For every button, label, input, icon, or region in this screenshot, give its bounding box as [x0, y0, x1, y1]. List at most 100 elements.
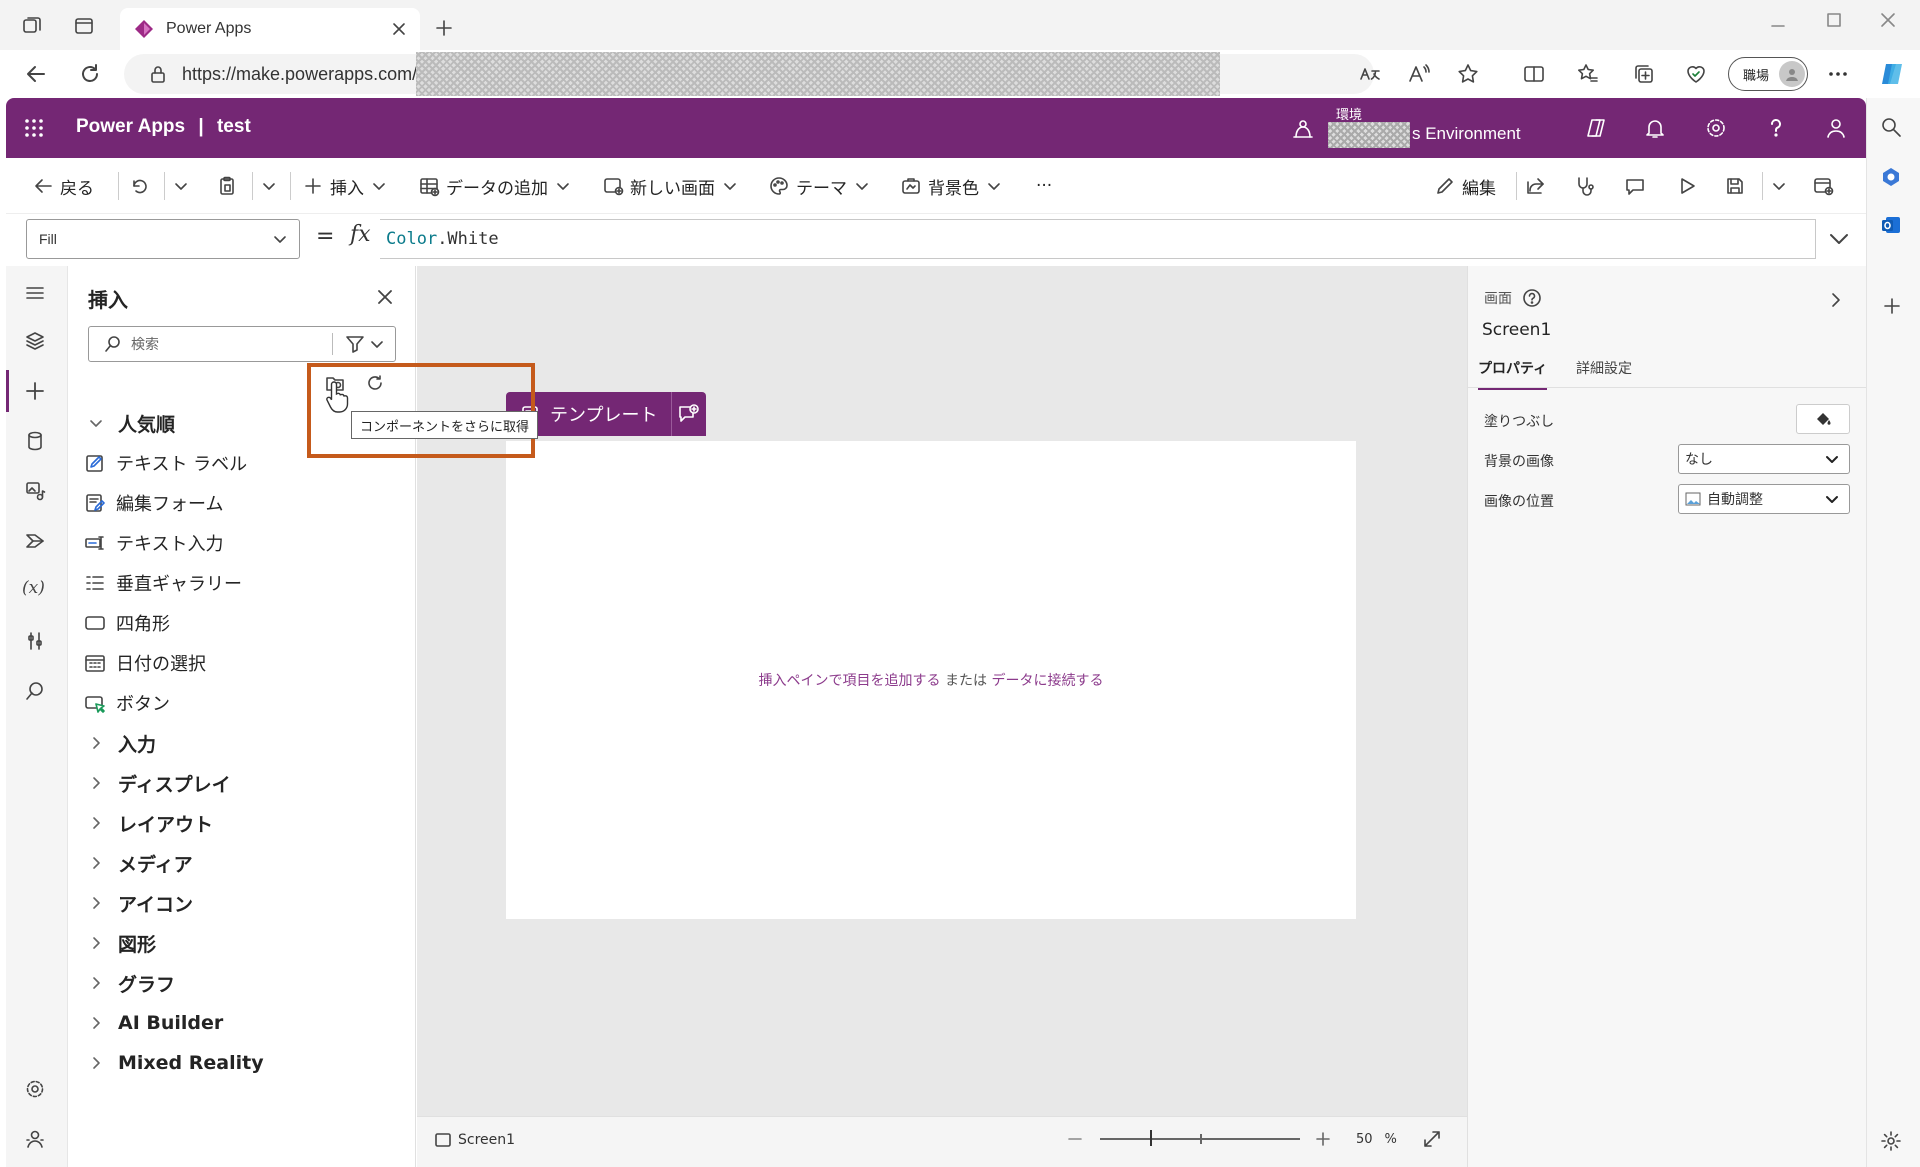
connect-data-link[interactable]: データに接続する — [991, 673, 1103, 689]
undo-dropdown[interactable] — [172, 172, 196, 200]
paste-button[interactable] — [216, 172, 244, 200]
media-icon[interactable] — [24, 480, 46, 502]
add-data-menu[interactable]: データの追加 — [418, 172, 578, 200]
share-button[interactable] — [1524, 172, 1552, 200]
add-from-insert-link[interactable]: 挿入ペインで項目を追加する — [759, 673, 941, 689]
add-comment-button[interactable] — [672, 392, 706, 436]
save-dropdown[interactable] — [1770, 172, 1794, 200]
vertical-tabs-icon[interactable] — [72, 14, 96, 38]
close-tab-icon[interactable] — [392, 22, 406, 36]
refresh-icon[interactable] — [78, 62, 102, 86]
fill-color-picker[interactable] — [1796, 404, 1850, 434]
zoom-slider-thumb[interactable] — [1150, 1130, 1152, 1146]
back-icon[interactable] — [24, 62, 48, 86]
filter-icon[interactable] — [345, 334, 365, 354]
browser-essentials-icon[interactable] — [1684, 62, 1708, 86]
expand-formula-icon[interactable] — [1826, 226, 1852, 252]
search-icon[interactable] — [1880, 116, 1902, 138]
category-icons[interactable]: アイコン — [84, 888, 193, 918]
environment-icon[interactable] — [1292, 118, 1314, 140]
advanced-tools-icon[interactable] — [24, 630, 46, 652]
zoom-in-icon[interactable] — [1314, 1130, 1332, 1148]
account-icon[interactable] — [1824, 116, 1848, 140]
zoom-value[interactable]: 50% — [1356, 1132, 1397, 1147]
image-position-select[interactable]: 自動調整 — [1678, 484, 1850, 514]
settings-icon[interactable] — [1704, 116, 1728, 140]
category-shapes[interactable]: 図形 — [84, 928, 156, 958]
split-screen-icon[interactable] — [1522, 62, 1546, 86]
workspaces-icon[interactable] — [20, 14, 44, 38]
zoom-out-icon[interactable] — [1066, 1130, 1084, 1148]
background-color-menu[interactable]: 背景色 — [900, 172, 1009, 200]
comments-button[interactable] — [1624, 172, 1652, 200]
read-aloud-icon[interactable] — [1406, 62, 1430, 86]
category-popular[interactable]: 人気順 — [84, 408, 175, 438]
category-display[interactable]: ディスプレイ — [84, 768, 231, 798]
browser-tab[interactable]: Power Apps — [120, 8, 420, 50]
theme-menu[interactable]: テーマ — [768, 172, 877, 200]
settings-icon[interactable] — [24, 1078, 46, 1100]
item-text-label[interactable]: テキスト ラベル — [84, 448, 247, 478]
search-icon[interactable] — [24, 680, 46, 702]
item-button[interactable]: ボタン — [84, 688, 170, 718]
data-icon[interactable] — [24, 430, 46, 452]
copilot-header-icon[interactable] — [1584, 116, 1608, 140]
category-layout[interactable]: レイアウト — [84, 808, 213, 838]
favorites-icon[interactable] — [1576, 62, 1600, 86]
lock-icon[interactable] — [148, 64, 168, 84]
property-selector[interactable]: Fill — [26, 219, 300, 259]
tree-view-icon[interactable] — [24, 330, 46, 352]
back-button[interactable]: 戻る — [32, 172, 94, 200]
close-window-icon[interactable] — [1880, 12, 1896, 28]
formula-input[interactable]: Color .White — [380, 219, 1816, 259]
item-date-picker[interactable]: 日付の選択 — [84, 648, 206, 678]
chevron-down-icon[interactable] — [369, 336, 385, 352]
more-options-icon[interactable] — [1826, 62, 1850, 86]
virtual-agent-icon[interactable] — [24, 1128, 46, 1150]
minimize-icon[interactable] — [1770, 18, 1786, 34]
variables-icon[interactable]: (x) — [22, 578, 45, 598]
hamburger-icon[interactable] — [24, 282, 46, 304]
profile-button[interactable]: 職場 — [1728, 57, 1808, 91]
category-input[interactable]: 入力 — [84, 728, 156, 758]
save-button[interactable] — [1724, 172, 1752, 200]
search-input[interactable]: 検索 — [88, 326, 396, 362]
category-ai-builder[interactable]: AI Builder — [84, 1008, 223, 1038]
publish-button[interactable] — [1812, 172, 1840, 200]
item-text-input[interactable]: テキスト入力 — [84, 528, 223, 558]
insert-menu[interactable]: 挿入 — [302, 172, 394, 200]
undo-button[interactable] — [128, 172, 156, 200]
maximize-icon[interactable] — [1826, 12, 1842, 28]
tab-properties[interactable]: プロパティ — [1478, 358, 1548, 390]
category-charts[interactable]: グラフ — [84, 968, 175, 998]
power-automate-icon[interactable] — [24, 530, 46, 552]
item-rectangle[interactable]: 四角形 — [84, 608, 170, 638]
close-pane-icon[interactable] — [376, 288, 394, 306]
outlook-icon[interactable] — [1880, 214, 1902, 236]
tab-advanced[interactable]: 詳細設定 — [1576, 358, 1632, 378]
screen-selector[interactable]: Screen1 — [434, 1131, 515, 1149]
bg-image-select[interactable]: なし — [1678, 444, 1850, 474]
item-edit-form[interactable]: 編集フォーム — [84, 488, 223, 518]
copilot-icon[interactable] — [1878, 60, 1906, 88]
translate-icon[interactable] — [1358, 62, 1382, 86]
edit-button[interactable]: 編集 — [1434, 172, 1496, 200]
collapse-panel-icon[interactable] — [1826, 290, 1846, 310]
insert-plus-icon[interactable] — [24, 380, 46, 402]
help-icon[interactable] — [1522, 288, 1542, 308]
environment-name[interactable]: s Environment — [1412, 124, 1521, 144]
category-mixed-reality[interactable]: Mixed Reality — [84, 1048, 264, 1078]
add-sidebar-app-icon[interactable] — [1882, 296, 1902, 316]
sidebar-settings-icon[interactable] — [1880, 1130, 1902, 1152]
notifications-icon[interactable] — [1643, 116, 1667, 140]
app-launcher-icon[interactable] — [24, 118, 44, 138]
preview-button[interactable] — [1676, 172, 1704, 200]
help-icon[interactable] — [1764, 116, 1788, 140]
fit-to-window-icon[interactable] — [1422, 1129, 1442, 1149]
new-tab-icon[interactable] — [434, 18, 454, 38]
paste-dropdown[interactable] — [260, 172, 284, 200]
collections-icon[interactable] — [1632, 62, 1656, 86]
more-commands-button[interactable]: ··· — [1036, 172, 1052, 200]
new-screen-menu[interactable]: 新しい画面 — [602, 172, 745, 200]
item-vertical-gallery[interactable]: 垂直ギャラリー — [84, 568, 242, 598]
